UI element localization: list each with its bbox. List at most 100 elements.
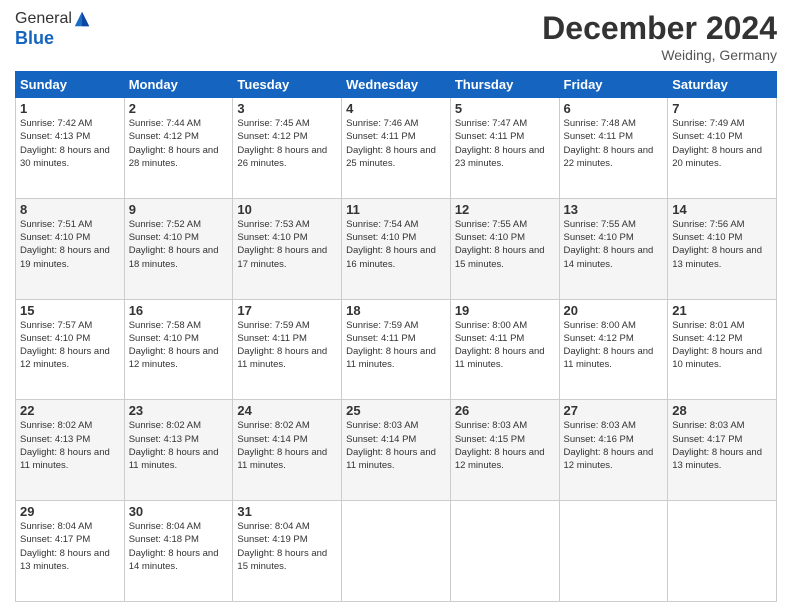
day-detail: Sunrise: 8:02 AM Sunset: 4:14 PM Dayligh… (237, 419, 337, 472)
month-title: December 2024 (542, 10, 777, 47)
day-number: 25 (346, 403, 446, 418)
header-sunday: Sunday (16, 72, 125, 98)
day-number: 31 (237, 504, 337, 519)
day-cell: 13 Sunrise: 7:55 AM Sunset: 4:10 PM Dayl… (559, 198, 668, 299)
day-detail: Sunrise: 8:03 AM Sunset: 4:15 PM Dayligh… (455, 419, 555, 472)
day-cell: 21 Sunrise: 8:01 AM Sunset: 4:12 PM Dayl… (668, 299, 777, 400)
day-number: 21 (672, 303, 772, 318)
day-detail: Sunrise: 7:55 AM Sunset: 4:10 PM Dayligh… (455, 218, 555, 271)
day-cell: 30 Sunrise: 8:04 AM Sunset: 4:18 PM Dayl… (124, 501, 233, 602)
day-detail: Sunrise: 7:52 AM Sunset: 4:10 PM Dayligh… (129, 218, 229, 271)
day-cell (559, 501, 668, 602)
day-detail: Sunrise: 7:56 AM Sunset: 4:10 PM Dayligh… (672, 218, 772, 271)
day-detail: Sunrise: 7:46 AM Sunset: 4:11 PM Dayligh… (346, 117, 446, 170)
day-cell: 25 Sunrise: 8:03 AM Sunset: 4:14 PM Dayl… (342, 400, 451, 501)
day-cell: 19 Sunrise: 8:00 AM Sunset: 4:11 PM Dayl… (450, 299, 559, 400)
day-cell: 11 Sunrise: 7:54 AM Sunset: 4:10 PM Dayl… (342, 198, 451, 299)
week-row-2: 15 Sunrise: 7:57 AM Sunset: 4:10 PM Dayl… (16, 299, 777, 400)
day-number: 19 (455, 303, 555, 318)
day-detail: Sunrise: 7:57 AM Sunset: 4:10 PM Dayligh… (20, 319, 120, 372)
day-number: 26 (455, 403, 555, 418)
day-detail: Sunrise: 8:02 AM Sunset: 4:13 PM Dayligh… (129, 419, 229, 472)
day-cell: 28 Sunrise: 8:03 AM Sunset: 4:17 PM Dayl… (668, 400, 777, 501)
day-number: 6 (564, 101, 664, 116)
day-number: 5 (455, 101, 555, 116)
day-number: 9 (129, 202, 229, 217)
day-cell (342, 501, 451, 602)
day-cell: 5 Sunrise: 7:47 AM Sunset: 4:11 PM Dayli… (450, 98, 559, 199)
weekday-header-row: Sunday Monday Tuesday Wednesday Thursday… (16, 72, 777, 98)
day-number: 2 (129, 101, 229, 116)
day-cell: 20 Sunrise: 8:00 AM Sunset: 4:12 PM Dayl… (559, 299, 668, 400)
day-detail: Sunrise: 7:47 AM Sunset: 4:11 PM Dayligh… (455, 117, 555, 170)
day-cell: 16 Sunrise: 7:58 AM Sunset: 4:10 PM Dayl… (124, 299, 233, 400)
logo-icon (73, 10, 91, 28)
day-detail: Sunrise: 7:59 AM Sunset: 4:11 PM Dayligh… (237, 319, 337, 372)
day-cell: 3 Sunrise: 7:45 AM Sunset: 4:12 PM Dayli… (233, 98, 342, 199)
day-number: 30 (129, 504, 229, 519)
day-cell: 8 Sunrise: 7:51 AM Sunset: 4:10 PM Dayli… (16, 198, 125, 299)
day-cell: 14 Sunrise: 7:56 AM Sunset: 4:10 PM Dayl… (668, 198, 777, 299)
day-cell: 23 Sunrise: 8:02 AM Sunset: 4:13 PM Dayl… (124, 400, 233, 501)
title-section: December 2024 Weiding, Germany (542, 10, 777, 63)
day-cell: 22 Sunrise: 8:02 AM Sunset: 4:13 PM Dayl… (16, 400, 125, 501)
day-cell (668, 501, 777, 602)
day-cell: 17 Sunrise: 7:59 AM Sunset: 4:11 PM Dayl… (233, 299, 342, 400)
day-number: 11 (346, 202, 446, 217)
day-detail: Sunrise: 7:44 AM Sunset: 4:12 PM Dayligh… (129, 117, 229, 170)
day-detail: Sunrise: 7:42 AM Sunset: 4:13 PM Dayligh… (20, 117, 120, 170)
day-cell: 27 Sunrise: 8:03 AM Sunset: 4:16 PM Dayl… (559, 400, 668, 501)
day-cell: 10 Sunrise: 7:53 AM Sunset: 4:10 PM Dayl… (233, 198, 342, 299)
day-detail: Sunrise: 7:49 AM Sunset: 4:10 PM Dayligh… (672, 117, 772, 170)
day-number: 1 (20, 101, 120, 116)
day-number: 12 (455, 202, 555, 217)
location: Weiding, Germany (542, 47, 777, 63)
day-cell: 24 Sunrise: 8:02 AM Sunset: 4:14 PM Dayl… (233, 400, 342, 501)
day-detail: Sunrise: 7:59 AM Sunset: 4:11 PM Dayligh… (346, 319, 446, 372)
day-detail: Sunrise: 8:04 AM Sunset: 4:18 PM Dayligh… (129, 520, 229, 573)
day-detail: Sunrise: 8:03 AM Sunset: 4:16 PM Dayligh… (564, 419, 664, 472)
day-cell: 2 Sunrise: 7:44 AM Sunset: 4:12 PM Dayli… (124, 98, 233, 199)
day-detail: Sunrise: 7:48 AM Sunset: 4:11 PM Dayligh… (564, 117, 664, 170)
header-monday: Monday (124, 72, 233, 98)
header-friday: Friday (559, 72, 668, 98)
week-row-1: 8 Sunrise: 7:51 AM Sunset: 4:10 PM Dayli… (16, 198, 777, 299)
day-number: 7 (672, 101, 772, 116)
day-number: 16 (129, 303, 229, 318)
day-detail: Sunrise: 8:00 AM Sunset: 4:11 PM Dayligh… (455, 319, 555, 372)
header: General Blue December 2024 Weiding, Germ… (15, 10, 777, 63)
day-cell: 29 Sunrise: 8:04 AM Sunset: 4:17 PM Dayl… (16, 501, 125, 602)
day-cell: 31 Sunrise: 8:04 AM Sunset: 4:19 PM Dayl… (233, 501, 342, 602)
day-detail: Sunrise: 7:53 AM Sunset: 4:10 PM Dayligh… (237, 218, 337, 271)
day-number: 10 (237, 202, 337, 217)
day-cell: 4 Sunrise: 7:46 AM Sunset: 4:11 PM Dayli… (342, 98, 451, 199)
day-detail: Sunrise: 7:45 AM Sunset: 4:12 PM Dayligh… (237, 117, 337, 170)
day-cell: 6 Sunrise: 7:48 AM Sunset: 4:11 PM Dayli… (559, 98, 668, 199)
week-row-4: 29 Sunrise: 8:04 AM Sunset: 4:17 PM Dayl… (16, 501, 777, 602)
day-number: 13 (564, 202, 664, 217)
week-row-3: 22 Sunrise: 8:02 AM Sunset: 4:13 PM Dayl… (16, 400, 777, 501)
day-cell: 7 Sunrise: 7:49 AM Sunset: 4:10 PM Dayli… (668, 98, 777, 199)
day-detail: Sunrise: 7:54 AM Sunset: 4:10 PM Dayligh… (346, 218, 446, 271)
day-detail: Sunrise: 7:51 AM Sunset: 4:10 PM Dayligh… (20, 218, 120, 271)
logo: General Blue (15, 10, 91, 49)
day-cell: 18 Sunrise: 7:59 AM Sunset: 4:11 PM Dayl… (342, 299, 451, 400)
header-tuesday: Tuesday (233, 72, 342, 98)
day-cell: 9 Sunrise: 7:52 AM Sunset: 4:10 PM Dayli… (124, 198, 233, 299)
day-number: 22 (20, 403, 120, 418)
day-cell (450, 501, 559, 602)
header-thursday: Thursday (450, 72, 559, 98)
day-detail: Sunrise: 8:04 AM Sunset: 4:19 PM Dayligh… (237, 520, 337, 573)
day-cell: 15 Sunrise: 7:57 AM Sunset: 4:10 PM Dayl… (16, 299, 125, 400)
day-number: 14 (672, 202, 772, 217)
day-cell: 26 Sunrise: 8:03 AM Sunset: 4:15 PM Dayl… (450, 400, 559, 501)
day-detail: Sunrise: 8:01 AM Sunset: 4:12 PM Dayligh… (672, 319, 772, 372)
header-saturday: Saturday (668, 72, 777, 98)
day-number: 23 (129, 403, 229, 418)
day-number: 3 (237, 101, 337, 116)
calendar-table: Sunday Monday Tuesday Wednesday Thursday… (15, 71, 777, 602)
logo-general-text: General (15, 10, 72, 28)
week-row-0: 1 Sunrise: 7:42 AM Sunset: 4:13 PM Dayli… (16, 98, 777, 199)
day-detail: Sunrise: 8:03 AM Sunset: 4:17 PM Dayligh… (672, 419, 772, 472)
header-wednesday: Wednesday (342, 72, 451, 98)
